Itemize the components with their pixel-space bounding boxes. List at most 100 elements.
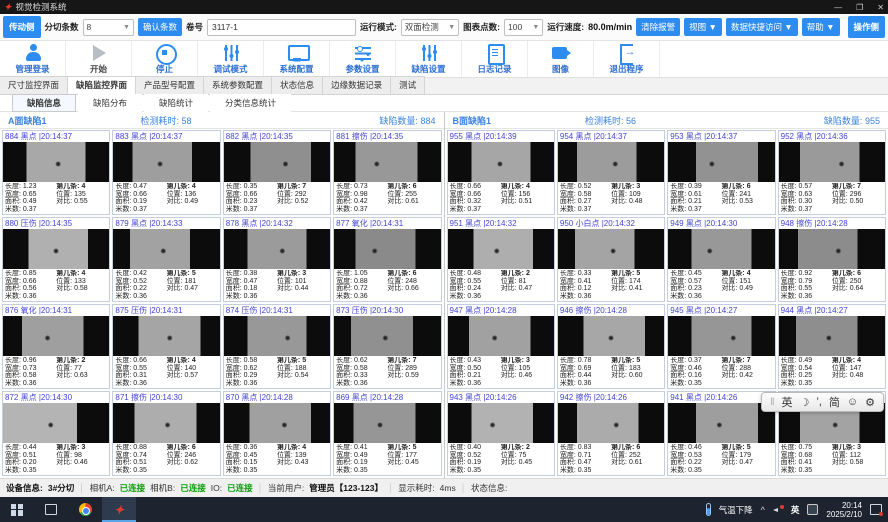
ribbon-button[interactable]: 缺陷设置 [396, 41, 462, 77]
ime-drag-handle[interactable]: ‖ [770, 397, 774, 408]
run-mode-select[interactable]: 双面检测▼ [401, 19, 459, 36]
defect-cell[interactable]: 869 黑点 |20:14:28 长度: 0.41 宽度: 0.49 面积: 0… [333, 391, 441, 476]
ime-settings-icon[interactable]: ⚙ [865, 396, 875, 409]
defect-image[interactable] [113, 403, 219, 443]
sub-tab[interactable]: 缺陷信息 [12, 94, 76, 112]
roll-number-input[interactable] [207, 19, 356, 36]
defect-cell[interactable]: 941 黑点 |20:14:26 长度: 0.46 宽度: 0.53 面积: 0… [667, 391, 775, 476]
defect-image[interactable] [224, 403, 330, 443]
defect-cell[interactable]: 949 黑点 |20:14:30 长度: 0.45 宽度: 0.57 面积: 0… [667, 217, 775, 302]
volume-icon[interactable] [773, 505, 783, 515]
start-button[interactable] [0, 497, 34, 522]
minimize-button[interactable]: — [834, 3, 842, 12]
ime-punctuation-toggle[interactable]: ’, [816, 396, 822, 408]
defect-cell[interactable]: 876 氧化 |20:14:31 长度: 0.96 宽度: 0.73 面积: 0… [2, 304, 110, 389]
tray-expand-caret[interactable]: ^ [761, 505, 765, 515]
defect-cell[interactable]: 943 黑点 |20:14:26 长度: 0.40 宽度: 0.52 面积: 0… [447, 391, 555, 476]
ribbon-button[interactable]: 开始 [66, 41, 132, 77]
confirm-count-button[interactable]: 确认条数 [138, 18, 182, 36]
defect-image[interactable] [668, 403, 774, 443]
ribbon-button[interactable]: 管理登录 [0, 41, 66, 77]
defect-cell[interactable]: 875 压伤 |20:14:31 长度: 0.66 宽度: 0.55 面积: 0… [112, 304, 220, 389]
main-tab[interactable]: 状态信息 [271, 76, 323, 94]
defect-image[interactable] [113, 316, 219, 356]
defect-cell[interactable]: 877 氧化 |20:14:31 长度: 1.05 宽度: 0.88 面积: 0… [333, 217, 441, 302]
inspection-app-taskbar-button[interactable]: ✦ [102, 497, 136, 522]
defect-cell[interactable]: 952 黑点 |20:14:36 长度: 0.57 宽度: 0.63 面积: 0… [778, 130, 886, 215]
defect-image[interactable] [779, 142, 885, 182]
weather-thermometer-icon[interactable] [706, 503, 711, 516]
defect-image[interactable] [113, 229, 219, 269]
clear-alarm-button[interactable]: 清除报警 [636, 18, 680, 36]
defect-image[interactable] [3, 229, 109, 269]
defect-image[interactable] [334, 316, 440, 356]
main-tab[interactable]: 测试 [390, 76, 425, 94]
defect-cell[interactable]: 954 黑点 |20:14:37 长度: 0.52 宽度: 0.58 面积: 0… [557, 130, 665, 215]
ribbon-button[interactable]: 停止 [132, 41, 198, 77]
operator-side-button[interactable]: 操作侧 [848, 16, 886, 38]
sub-tab[interactable]: 缺陷分布 [78, 94, 142, 112]
defect-cell[interactable]: 955 黑点 |20:14:39 长度: 0.66 宽度: 0.66 面积: 0… [447, 130, 555, 215]
defect-image[interactable] [224, 142, 330, 182]
defect-cell[interactable]: 870 黑点 |20:14:28 长度: 0.36 宽度: 0.45 面积: 0… [223, 391, 331, 476]
defect-image[interactable] [3, 316, 109, 356]
drive-side-button[interactable]: 传动侧 [3, 16, 41, 38]
defect-image[interactable] [779, 316, 885, 356]
defect-image[interactable] [558, 316, 664, 356]
defect-image[interactable] [448, 403, 554, 443]
maximize-button[interactable]: ❐ [856, 3, 863, 12]
defect-image[interactable] [779, 229, 885, 269]
defect-image[interactable] [3, 142, 109, 182]
weather-text[interactable]: 气温下降 [719, 504, 753, 516]
ime-halfwidth-icon[interactable]: ☽ [800, 396, 810, 409]
defect-cell[interactable]: 873 压伤 |20:14:30 长度: 0.62 宽度: 0.58 面积: 0… [333, 304, 441, 389]
main-tab[interactable]: 边缘数据记录 [322, 76, 391, 94]
defect-image[interactable] [448, 229, 554, 269]
defect-image[interactable] [668, 316, 774, 356]
defect-cell[interactable]: 946 擦伤 |20:14:28 长度: 0.78 宽度: 0.69 面积: 0… [557, 304, 665, 389]
defect-cell[interactable]: 942 擦伤 |20:14:26 长度: 0.83 宽度: 0.71 面积: 0… [557, 391, 665, 476]
data-quick-access-button[interactable]: 数据快捷访问 ▼ [726, 18, 798, 36]
defect-image[interactable] [558, 229, 664, 269]
ime-tray-icon[interactable] [807, 504, 818, 515]
help-menu-button[interactable]: 帮助 ▼ [802, 18, 840, 36]
main-tab[interactable]: 系统参数配置 [203, 76, 272, 94]
defect-cell[interactable]: 882 黑点 |20:14:35 长度: 0.35 宽度: 0.66 面积: 0… [223, 130, 331, 215]
close-button[interactable]: ✕ [877, 3, 884, 12]
sub-tab[interactable]: 缺陷统计 [144, 94, 208, 112]
ime-simplified-toggle[interactable]: 简 [829, 394, 840, 410]
ribbon-button[interactable]: 退出程序 [594, 41, 660, 77]
ime-emoji-icon[interactable]: ☺ [847, 396, 858, 408]
defect-cell[interactable]: 878 黑点 |20:14:32 长度: 0.38 宽度: 0.47 面积: 0… [223, 217, 331, 302]
defect-image[interactable] [224, 316, 330, 356]
defect-image[interactable] [113, 142, 219, 182]
task-view-button[interactable] [34, 497, 68, 522]
defect-cell[interactable]: 951 黑点 |20:14:32 长度: 0.48 宽度: 0.55 面积: 0… [447, 217, 555, 302]
ribbon-button[interactable]: 系统配置 [264, 41, 330, 77]
defect-cell[interactable]: 872 黑点 |20:14:30 长度: 0.44 宽度: 0.51 面积: 0… [2, 391, 110, 476]
ribbon-button[interactable]: 图像 [528, 41, 594, 77]
defect-image[interactable] [334, 142, 440, 182]
defect-image[interactable] [334, 403, 440, 443]
defect-cell[interactable]: 883 黑点 |20:14:37 长度: 0.47 宽度: 0.66 面积: 0… [112, 130, 220, 215]
defect-cell[interactable]: 881 擦伤 |20:14:35 长度: 0.73 宽度: 0.98 面积: 0… [333, 130, 441, 215]
clock[interactable]: 20:14 2025/2/10 [826, 501, 862, 519]
browser-taskbar-button[interactable] [68, 497, 102, 522]
main-tab[interactable]: 缺陷监控界面 [67, 76, 136, 94]
view-menu-button[interactable]: 视图 ▼ [684, 18, 722, 36]
defect-image[interactable] [668, 142, 774, 182]
ribbon-button[interactable]: 调试模式 [198, 41, 264, 77]
main-tab[interactable]: 产品型号配置 [135, 76, 204, 94]
notification-center-icon[interactable] [870, 504, 882, 515]
defect-cell[interactable]: 944 黑点 |20:14:27 长度: 0.49 宽度: 0.54 面积: 0… [778, 304, 886, 389]
defect-cell[interactable]: 953 黑点 |20:14:37 长度: 0.39 宽度: 0.61 面积: 0… [667, 130, 775, 215]
defect-cell[interactable]: 945 黑点 |20:14:27 长度: 0.37 宽度: 0.46 面积: 0… [667, 304, 775, 389]
sub-tab[interactable]: 分类信息统计 [210, 94, 291, 112]
defect-image[interactable] [448, 316, 554, 356]
language-indicator[interactable]: 英 [791, 504, 800, 516]
defect-cell[interactable]: 947 黑点 |20:14:28 长度: 0.43 宽度: 0.50 面积: 0… [447, 304, 555, 389]
defect-cell[interactable]: 948 擦伤 |20:14:28 长度: 0.92 宽度: 0.79 面积: 0… [778, 217, 886, 302]
defect-image[interactable] [558, 142, 664, 182]
chart-points-select[interactable]: 100▼ [504, 19, 543, 36]
defect-image[interactable] [224, 229, 330, 269]
